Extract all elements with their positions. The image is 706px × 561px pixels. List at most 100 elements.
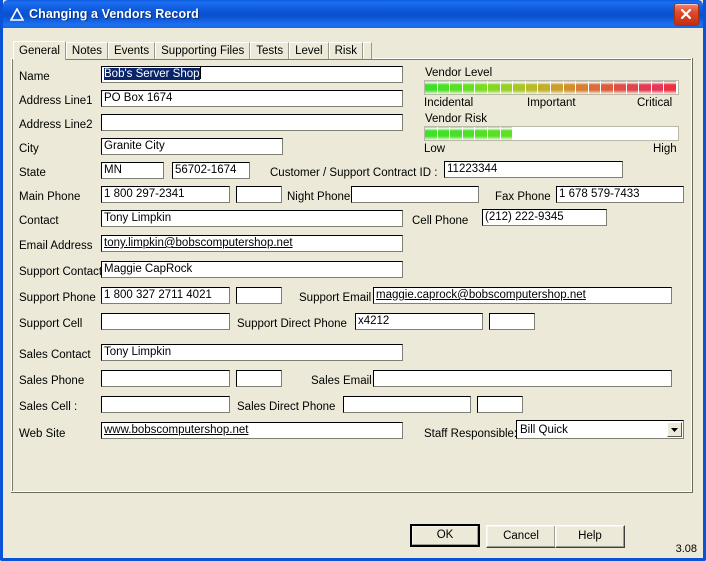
name-label: Name <box>19 71 50 83</box>
fax-phone-label: Fax Phone <box>495 191 551 203</box>
meter-segment <box>437 81 450 94</box>
cell-phone-label: Cell Phone <box>412 215 469 227</box>
meter-segment <box>651 81 664 94</box>
support-phone-input[interactable]: 1 800 327 2711 4021 <box>101 287 230 304</box>
meter-segment <box>641 127 653 140</box>
sales-phone-input[interactable] <box>101 370 230 387</box>
sales-contact-input[interactable]: Tony Limpkin <box>101 344 403 361</box>
address2-input[interactable] <box>101 114 403 131</box>
meter-segment <box>437 127 450 140</box>
sales-cell-input[interactable] <box>101 396 230 413</box>
meter-segment <box>639 81 651 94</box>
meter-segment <box>450 127 462 140</box>
help-button[interactable]: Help <box>555 525 625 548</box>
support-cell-input[interactable] <box>101 313 230 330</box>
vendor-level-min-label: Incidental <box>424 97 474 109</box>
email-label: Email Address <box>19 240 93 252</box>
sales-phone-ext-input[interactable] <box>236 370 282 387</box>
ok-button[interactable]: OK <box>410 524 480 547</box>
vendor-risk-min-label: Low <box>424 143 446 155</box>
address1-label: Address Line1 <box>19 95 93 107</box>
night-phone-input[interactable] <box>351 186 479 203</box>
meter-segment <box>513 81 525 94</box>
support-contact-label: Support Contact <box>19 266 103 278</box>
meter-segment <box>576 81 588 94</box>
meter-segment <box>550 81 563 94</box>
support-email-input[interactable]: maggie.caprock@bobscomputershop.net <box>373 287 672 304</box>
client-area: General Notes Events Supporting Files Te… <box>3 28 703 558</box>
meter-segment <box>571 127 583 140</box>
address1-input[interactable]: PO Box 1674 <box>101 90 403 107</box>
meter-segment <box>548 127 560 140</box>
triangle-icon <box>9 6 25 22</box>
vendor-risk-max-label: High <box>653 143 677 155</box>
fax-phone-input[interactable]: 1 678 579-7433 <box>556 186 684 203</box>
title-bar[interactable]: Changing a Vendors Record <box>3 0 703 28</box>
main-phone-ext-input[interactable] <box>236 186 282 203</box>
sales-direct-phone-input[interactable] <box>343 396 471 413</box>
state-label: State <box>19 167 46 179</box>
meter-segment <box>664 81 676 94</box>
main-phone-input[interactable]: 1 800 297-2341 <box>101 186 230 203</box>
meter-segment <box>563 81 576 94</box>
meter-segment <box>601 81 613 94</box>
meter-segment <box>613 81 626 94</box>
contract-id-input[interactable]: 11223344 <box>444 161 623 178</box>
tab-blend-mask <box>14 57 65 60</box>
meter-segment <box>500 81 513 94</box>
support-contact-input[interactable]: Maggie CapRock <box>101 261 403 278</box>
tab-events[interactable]: Events <box>107 42 156 59</box>
sales-direct-ext-input[interactable] <box>477 396 523 413</box>
meter-segment <box>560 127 572 140</box>
meter-segment <box>594 127 606 140</box>
tab-notes[interactable]: Notes <box>65 42 108 59</box>
staff-responsible-select[interactable]: Bill Quick <box>516 420 684 439</box>
email-input[interactable]: tony.limpkin@bobscomputershop.net <box>101 235 403 252</box>
meter-segment <box>475 81 487 94</box>
text-caret <box>199 67 201 79</box>
tab-tests[interactable]: Tests <box>250 42 290 59</box>
cell-phone-input[interactable]: (212) 222-9345 <box>482 209 607 226</box>
chevron-down-icon[interactable] <box>667 422 682 437</box>
address2-label: Address Line2 <box>19 119 93 131</box>
tab-level[interactable]: Level <box>289 42 329 59</box>
name-input[interactable]: Bob's Server Shop <box>101 66 403 83</box>
support-phone-label: Support Phone <box>19 292 96 304</box>
meter-segment <box>500 127 513 140</box>
meter-segment <box>536 127 548 140</box>
support-cell-label: Support Cell <box>19 318 83 330</box>
support-direct-phone-input[interactable]: x4212 <box>355 313 483 330</box>
website-input[interactable]: www.bobscomputershop.net <box>101 422 403 439</box>
meter-segment <box>588 81 601 94</box>
support-phone-ext-input[interactable] <box>236 287 282 304</box>
meter-segment <box>525 127 537 140</box>
meter-segment <box>525 81 538 94</box>
sales-email-label: Sales Email <box>311 375 372 387</box>
vendor-level-title: Vendor Level <box>425 67 493 79</box>
staff-responsible-value: Bill Quick <box>520 423 568 436</box>
meter-segment <box>513 127 525 140</box>
vendor-record-window: Changing a Vendors Record General Notes … <box>0 0 706 561</box>
support-direct-ext-input[interactable] <box>489 313 535 330</box>
cancel-button[interactable]: Cancel <box>486 525 556 548</box>
city-input[interactable]: Granite City <box>101 138 283 155</box>
meter-segment <box>626 81 639 94</box>
state-input[interactable]: MN <box>101 162 164 179</box>
sales-email-input[interactable] <box>373 370 672 387</box>
tab-supporting-files[interactable]: Supporting Files <box>155 42 251 59</box>
zip-input[interactable]: 56702-1674 <box>172 162 250 179</box>
meter-segment <box>425 81 437 94</box>
ok-button-label: OK <box>412 526 478 545</box>
meter-segment <box>487 127 500 140</box>
close-icon[interactable] <box>674 2 699 26</box>
vendor-risk-title: Vendor Risk <box>425 113 488 125</box>
support-email-label: Support Email <box>299 292 372 304</box>
contact-input[interactable]: Tony Limpkin <box>101 210 403 227</box>
sales-phone-label: Sales Phone <box>19 375 85 387</box>
vendor-risk-meter <box>424 126 679 141</box>
vendor-level-mid-label: Important <box>527 97 576 109</box>
meter-segment <box>606 127 618 140</box>
meter-segment <box>652 127 664 140</box>
meter-segment <box>425 127 437 140</box>
tab-risk[interactable]: Risk <box>328 42 363 59</box>
